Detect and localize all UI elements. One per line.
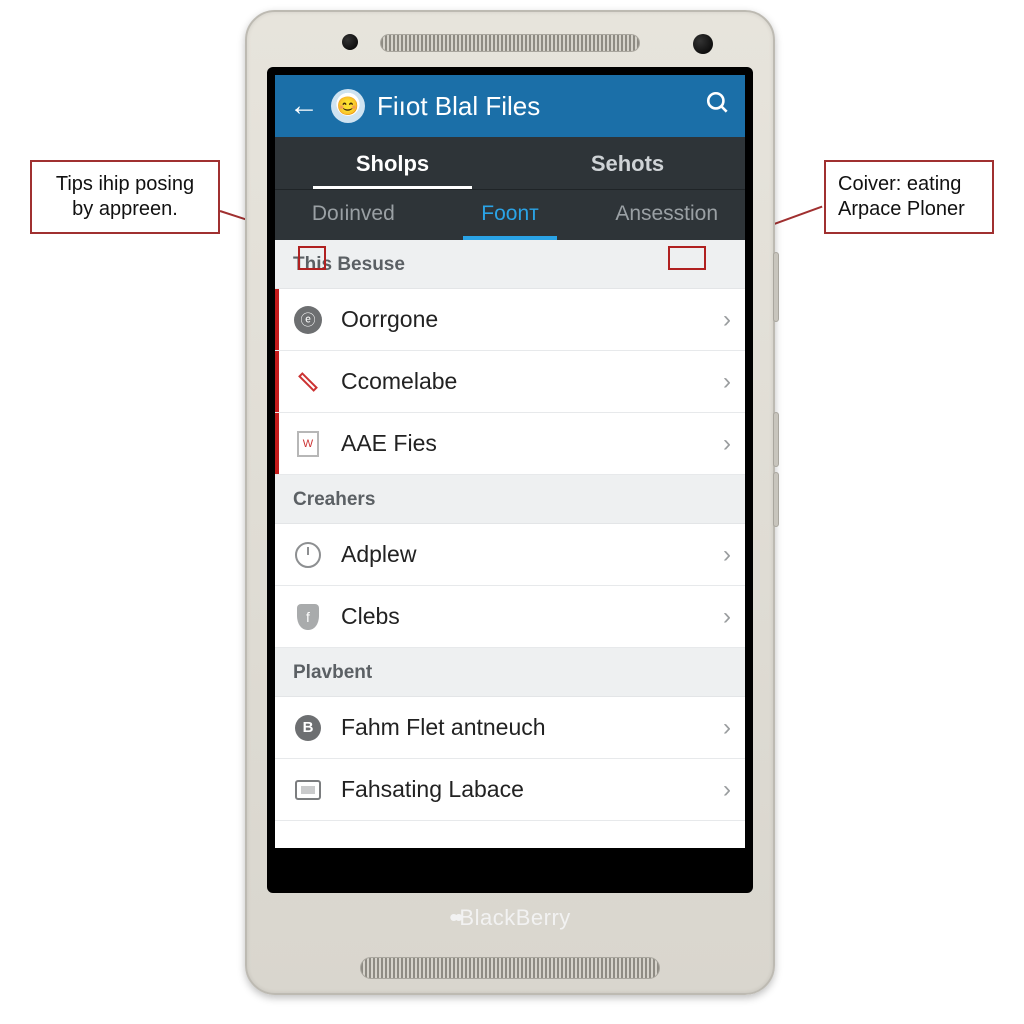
list-item[interactable]: Adplew › bbox=[275, 524, 745, 586]
item-label: Clebs bbox=[341, 603, 723, 630]
back-arrow-icon[interactable]: ← bbox=[289, 91, 319, 121]
screen-content: ← 😊 Fiıot Blal Files Sholps Sehots Doıin… bbox=[275, 75, 745, 848]
search-icon[interactable] bbox=[705, 90, 731, 123]
screen: ← 😊 Fiıot Blal Files Sholps Sehots Doıin… bbox=[267, 67, 753, 893]
tab-row-upper: Sholps Sehots bbox=[275, 137, 745, 189]
item-label: Fahsating Labace bbox=[341, 776, 723, 803]
item-label: Fahm Flet antneuch bbox=[341, 714, 723, 741]
item-label: AAE Fies bbox=[341, 430, 723, 457]
volume-up-button bbox=[773, 412, 779, 467]
list-item[interactable]: ⓔ Oorrgone › bbox=[275, 289, 745, 351]
side-button bbox=[773, 252, 779, 322]
accent-bar bbox=[275, 413, 279, 474]
tab-ansesstion[interactable]: Ansesstion bbox=[588, 190, 745, 240]
list-item[interactable]: Ccomelabe › bbox=[275, 351, 745, 413]
item-icon: ⓔ bbox=[293, 305, 323, 335]
earpiece-grill bbox=[380, 34, 640, 52]
chevron-right-icon: › bbox=[723, 541, 731, 569]
action-bar: ← 😊 Fiıot Blal Files bbox=[275, 75, 745, 137]
badge-icon: B bbox=[293, 713, 323, 743]
section-header: Creahers bbox=[275, 475, 745, 524]
callout-left: Tips ihip posing by appreen. bbox=[30, 160, 220, 234]
tab-sehots[interactable]: Sehots bbox=[510, 137, 745, 189]
app-logo-icon: 😊 bbox=[331, 89, 365, 123]
tab-sholps[interactable]: Sholps bbox=[275, 137, 510, 189]
document-icon: W bbox=[293, 429, 323, 459]
callout-right: Coiver: eating Arpace Ploner bbox=[824, 160, 994, 234]
item-label: Oorrgone bbox=[341, 306, 723, 333]
sensor-icon bbox=[342, 34, 358, 50]
image-icon bbox=[293, 775, 323, 805]
chevron-right-icon: › bbox=[723, 306, 731, 334]
section-header: This Besuse bbox=[275, 240, 745, 289]
shield-icon: f bbox=[293, 602, 323, 632]
chevron-right-icon: › bbox=[723, 430, 731, 458]
phone-body: ← 😊 Fiıot Blal Files Sholps Sehots Doıin… bbox=[245, 10, 775, 995]
volume-down-button bbox=[773, 472, 779, 527]
chevron-right-icon: › bbox=[723, 603, 731, 631]
page-title: Fiıot Blal Files bbox=[377, 91, 693, 122]
chevron-right-icon: › bbox=[723, 368, 731, 396]
tab-row-lower: Doıinved Foonт Ansesstion bbox=[275, 189, 745, 240]
section-header: Plavbent bbox=[275, 648, 745, 697]
chevron-right-icon: › bbox=[723, 714, 731, 742]
brand-label: BlackBerry bbox=[247, 902, 773, 933]
chevron-right-icon: › bbox=[723, 776, 731, 804]
list-item[interactable]: f Clebs › bbox=[275, 586, 745, 648]
camera-icon bbox=[693, 34, 713, 54]
file-list: This Besuse ⓔ Oorrgone › Ccomelabe › W A… bbox=[275, 240, 745, 848]
accent-bar bbox=[275, 351, 279, 412]
item-label: Adplew bbox=[341, 541, 723, 568]
list-item[interactable]: Fahsating Labace › bbox=[275, 759, 745, 821]
list-item[interactable]: B Fahm Flet antneuch › bbox=[275, 697, 745, 759]
list-item[interactable]: W AAE Fies › bbox=[275, 413, 745, 475]
pencil-icon bbox=[293, 367, 323, 397]
speaker-grill bbox=[360, 957, 660, 979]
tab-foont[interactable]: Foonт bbox=[432, 190, 589, 240]
item-label: Ccomelabe bbox=[341, 368, 723, 395]
clock-icon bbox=[293, 540, 323, 570]
accent-bar bbox=[275, 289, 279, 350]
tab-dorinved[interactable]: Doıinved bbox=[275, 190, 432, 240]
